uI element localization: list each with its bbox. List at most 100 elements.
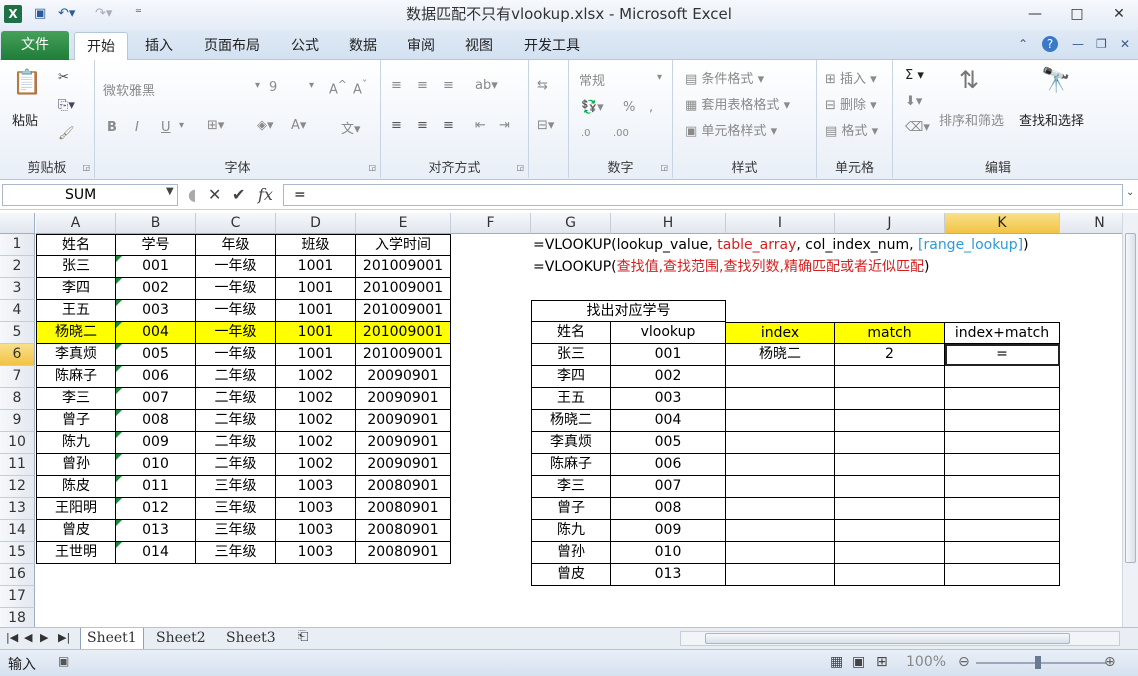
lookup-cell[interactable] [945,542,1060,564]
number-format-select[interactable]: 常规 [579,70,605,89]
lookup-cell[interactable] [835,476,945,498]
table-cell[interactable]: 一年级 [196,344,276,366]
table-cell[interactable]: 201009001 [356,344,451,366]
lookup-cell[interactable] [835,498,945,520]
table-cell[interactable]: 001 [116,256,196,278]
table-cell[interactable]: 二年级 [196,454,276,476]
normal-view-icon[interactable]: ▦ [830,654,843,670]
lookup-cell[interactable] [945,388,1060,410]
column-header-c[interactable]: C [196,213,276,234]
table-cell[interactable]: 三年级 [196,520,276,542]
table-cell[interactable]: 陈皮 [36,476,116,498]
format-painter-icon[interactable]: 🖌 [58,126,75,141]
fill-color-icon[interactable]: ◈▾ [257,118,274,133]
row-header-17[interactable]: 17 [0,586,35,608]
table-cell[interactable]: 010 [116,454,196,476]
bold-button[interactable]: B [107,120,117,135]
lookup-cell[interactable] [726,410,835,432]
table-cell[interactable]: 201009001 [356,278,451,300]
macro-record-icon[interactable]: ▣ [58,654,69,668]
worksheet-grid[interactable]: A B C D E F G H I J K N 1 2 3 4 5 6 7 8 9 10 11 12 13 14 15 16 17 18 姓… [0,213,1122,627]
table-cell[interactable]: 20080901 [356,498,451,520]
table-cell[interactable]: 曾皮 [36,520,116,542]
wrap-text-icon[interactable]: ⇆ [537,78,548,93]
table-cell[interactable]: 陈麻子 [36,366,116,388]
row-header-6[interactable]: 6 [0,344,35,366]
lookup-cell[interactable] [945,498,1060,520]
lookup-cell[interactable]: 006 [611,454,726,476]
table-cell[interactable]: 20090901 [356,432,451,454]
lookup-cell[interactable]: 杨晓二 [531,410,611,432]
table-cell[interactable]: 002 [116,278,196,300]
lookup-cell[interactable]: 杨晓二 [726,344,835,366]
lookup-cell[interactable] [726,432,835,454]
tab-view[interactable]: 视图 [454,32,504,60]
prev-sheet-icon[interactable]: ◀ [24,631,32,644]
lookup-cell[interactable]: 李三 [531,476,611,498]
binoculars-icon[interactable]: 🔭 [1041,66,1071,94]
align-right-icon[interactable]: ≡ [443,118,454,133]
lookup-cell[interactable] [945,476,1060,498]
paste-icon[interactable]: 📋 [12,68,42,96]
table-cell[interactable]: 李四 [36,278,116,300]
percent-icon[interactable]: % [623,100,635,115]
lookup-cell[interactable]: 008 [611,498,726,520]
chevron-down-icon[interactable]: ▾ [179,120,184,131]
table-cell[interactable]: 一年级 [196,322,276,344]
lookup-cell[interactable]: 李真烦 [531,432,611,454]
phonetic-icon[interactable]: 文▾ [341,118,361,137]
column-header-d[interactable]: D [276,213,356,234]
close-button[interactable]: ✕ [1104,3,1134,25]
sheet-tab-1[interactable]: Sheet1 [80,628,144,649]
active-cell[interactable]: = [945,344,1060,366]
zoom-slider[interactable] [976,662,1106,664]
table-cell[interactable]: 201009001 [356,300,451,322]
chevron-down-icon[interactable]: ▾ [255,80,260,91]
minimize-button[interactable]: — [1020,3,1050,25]
format-as-table-button[interactable]: ▦ 套用表格格式 ▾ [685,94,790,113]
row-header-1[interactable]: 1 [0,234,35,256]
table-cell[interactable]: 1003 [276,520,356,542]
currency-icon[interactable]: 💱▾ [581,100,604,115]
table-cell[interactable]: 20090901 [356,366,451,388]
lookup-cell[interactable]: 004 [611,410,726,432]
row-header-14[interactable]: 14 [0,520,35,542]
lookup-cell[interactable]: 曾子 [531,498,611,520]
cell-styles-button[interactable]: ▣ 单元格样式 ▾ [685,120,777,139]
row-header-8[interactable]: 8 [0,388,35,410]
clear-icon[interactable]: ⌫▾ [905,120,930,135]
find-select-button[interactable]: 查找和选择 [1019,110,1084,129]
column-header-n[interactable]: N [1060,213,1122,234]
sheet-tab-2[interactable]: Sheet2 [150,628,212,649]
enter-icon[interactable]: ✔ [232,185,245,204]
lookup-cell[interactable] [726,520,835,542]
format-cells-button[interactable]: ▤ 格式 ▾ [825,120,878,139]
row-header-3[interactable]: 3 [0,278,35,300]
table-cell[interactable]: 1003 [276,542,356,564]
table-cell[interactable]: 二年级 [196,432,276,454]
table-cell[interactable]: 004 [116,322,196,344]
table-cell[interactable]: 1002 [276,410,356,432]
column-header-e[interactable]: E [356,213,451,234]
doc-minimize-icon[interactable]: — [1072,37,1084,51]
table-cell[interactable]: 一年级 [196,300,276,322]
row-header-2[interactable]: 2 [0,256,35,278]
restore-button[interactable]: □ [1062,3,1092,25]
row-header-9[interactable]: 9 [0,410,35,432]
table-cell[interactable]: 006 [116,366,196,388]
next-sheet-icon[interactable]: ▶ [40,631,48,644]
cut-icon[interactable]: ✂ [58,70,69,85]
lookup-cell[interactable] [835,542,945,564]
lookup-cell[interactable] [726,366,835,388]
table-cell[interactable]: 曾子 [36,410,116,432]
table-cell[interactable]: 005 [116,344,196,366]
table-cell[interactable]: 三年级 [196,476,276,498]
font-color-icon[interactable]: A▾ [291,118,306,133]
align-middle-icon[interactable]: ≡ [417,78,428,93]
table-cell[interactable]: 李三 [36,388,116,410]
lookup-cell[interactable] [726,476,835,498]
column-header-h[interactable]: H [611,213,726,234]
copy-icon[interactable]: ⎘▾ [58,98,75,113]
table-cell[interactable]: 007 [116,388,196,410]
page-layout-view-icon[interactable]: ▣ [852,654,865,670]
